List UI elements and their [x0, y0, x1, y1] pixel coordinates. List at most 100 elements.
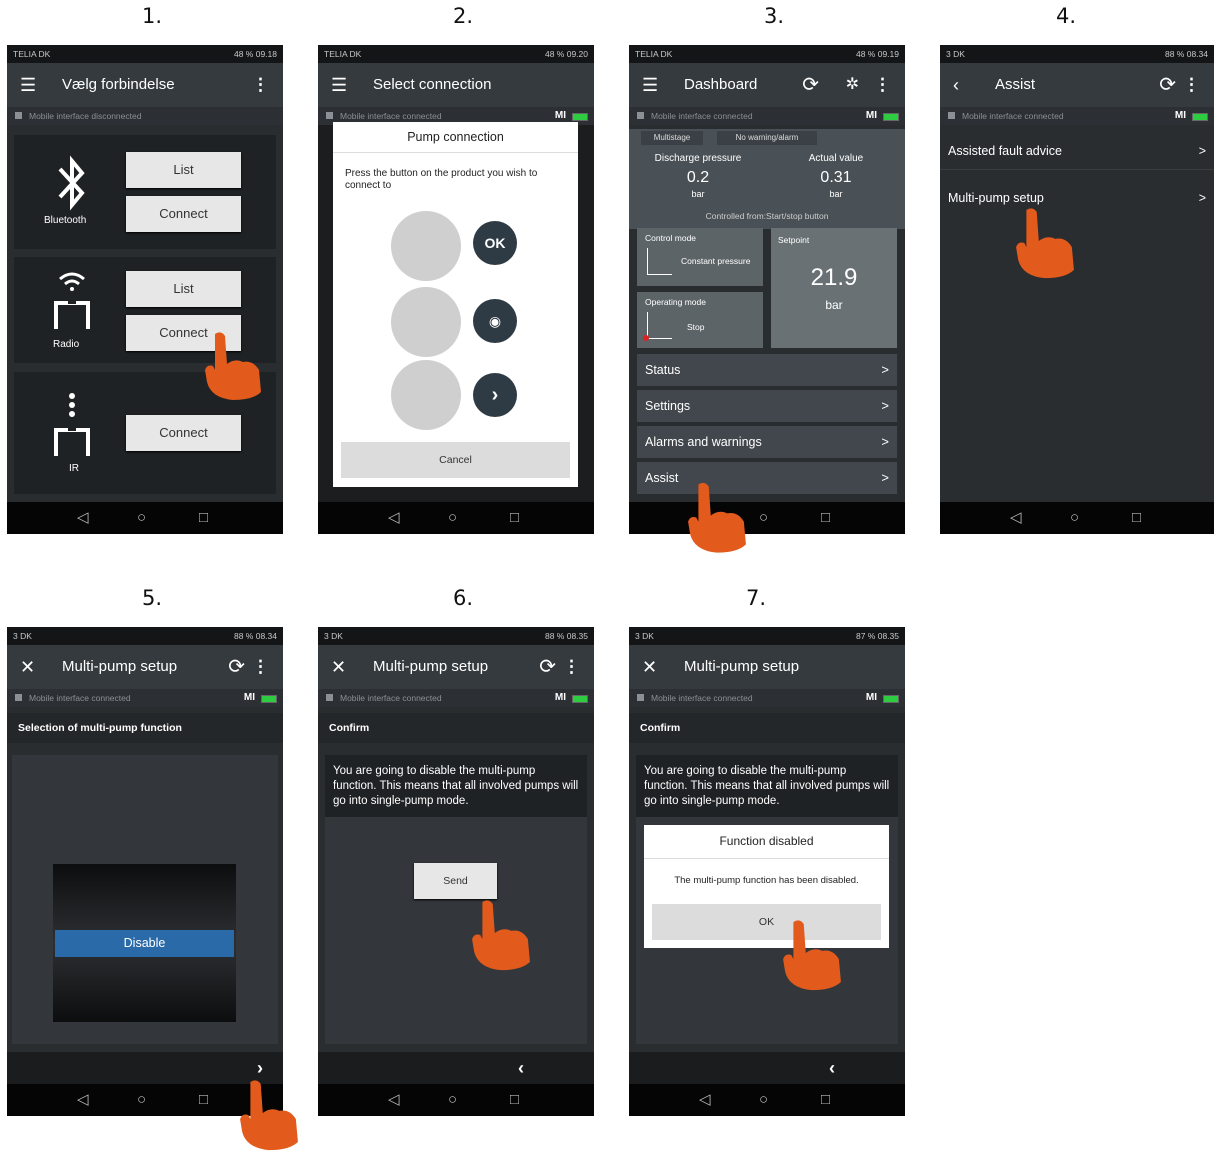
content-area: You are going to disable the multi-pump … [325, 755, 587, 1044]
close-icon[interactable]: ✕ [642, 645, 657, 689]
menu-item-assist[interactable]: Assist > [637, 462, 897, 494]
radio-label: Radio [53, 339, 80, 350]
assist-item-fault-advice[interactable]: Assisted fault advice > [940, 133, 1214, 170]
screen-2: TELIA DK 48 % 09.20 ☰ Select connection … [318, 45, 594, 534]
page-title: Multi-pump setup [373, 658, 489, 675]
more-options-icon[interactable]: ⋮ [563, 645, 580, 689]
back-icon[interactable]: ◁ [77, 502, 89, 534]
back-icon[interactable]: ◁ [699, 1084, 711, 1116]
bluetooth-connect-button[interactable]: Connect [126, 196, 241, 232]
control-mode-panel[interactable]: Control mode Constant pressure [637, 228, 763, 286]
carrier-text: 3 DK [13, 631, 32, 641]
list-menu-icon[interactable]: ☰ [642, 63, 658, 107]
page-title: Assist [995, 76, 1036, 93]
cancel-button[interactable]: Cancel [341, 442, 570, 478]
status-bar: TELIA DK 48 % 09.18 [7, 45, 283, 63]
pump-status-icon[interactable]: ✲ [846, 63, 859, 107]
previous-arrow-icon[interactable]: ‹ [829, 1052, 835, 1084]
page-title: Multi-pump setup [62, 658, 178, 675]
radio-list-button[interactable]: List [126, 271, 241, 307]
recents-icon[interactable]: □ [821, 502, 830, 534]
previous-arrow-icon[interactable]: ‹ [518, 1052, 524, 1084]
home-icon[interactable]: ○ [759, 1084, 768, 1116]
home-icon[interactable]: ○ [137, 502, 146, 534]
step-label-6: 6. [452, 586, 474, 610]
refresh-icon[interactable]: ⟳ [1159, 63, 1176, 107]
disable-option[interactable]: Disable [55, 930, 234, 957]
list-menu-icon[interactable]: ☰ [20, 63, 36, 107]
assist-item-multi-pump[interactable]: Multi-pump setup > [940, 180, 1214, 216]
menu-item-alarms[interactable]: Alarms and warnings > [637, 426, 897, 458]
menu-item-label: Settings [645, 399, 691, 413]
menu-item-status[interactable]: Status > [637, 354, 897, 386]
step-label-2: 2. [452, 4, 474, 28]
home-icon[interactable]: ○ [137, 1084, 146, 1116]
chevron-right-icon: > [881, 362, 889, 377]
hand-pointer-icon [470, 890, 532, 978]
bluetooth-list-button[interactable]: List [126, 152, 241, 188]
checkbox-icon [637, 112, 644, 119]
dialog-text: The multi-pump function has been disable… [674, 875, 859, 886]
menu-item-label: Status [645, 363, 681, 377]
more-options-icon[interactable]: ⋮ [252, 63, 269, 107]
back-icon[interactable]: ◁ [77, 1084, 89, 1116]
pump-connection-dialog: Pump connection Press the button on the … [333, 122, 578, 487]
recents-icon[interactable]: □ [199, 1084, 208, 1116]
page-title: Dashboard [684, 76, 758, 93]
back-icon[interactable]: ◁ [388, 502, 400, 534]
more-options-icon[interactable]: ⋮ [252, 645, 269, 689]
pump-ok-button[interactable]: OK [473, 221, 517, 265]
connection-text: Mobile interface connected [651, 693, 753, 703]
step-label-3: 3. [763, 4, 785, 28]
operating-mode-panel[interactable]: Operating mode Stop [637, 292, 763, 348]
checkbox-icon [15, 694, 22, 701]
status-bar: TELIA DK 48 % 09.19 [629, 45, 905, 63]
refresh-icon[interactable]: ⟳ [802, 63, 819, 107]
list-menu-icon[interactable]: ☰ [331, 63, 347, 107]
battery-icon [572, 695, 588, 703]
checkbox-icon [637, 694, 644, 701]
radio-wave-icon[interactable]: ◉ [473, 299, 517, 343]
recents-icon[interactable]: □ [510, 1084, 519, 1116]
bottom-bar: ‹ [318, 1052, 594, 1084]
pump-image [391, 211, 461, 281]
recents-icon[interactable]: □ [1132, 502, 1141, 534]
chevron-right-icon: > [881, 434, 889, 449]
home-icon[interactable]: ○ [759, 502, 768, 534]
setpoint-panel[interactable]: Setpoint 21.9 bar [771, 228, 897, 348]
recents-icon[interactable]: □ [510, 502, 519, 534]
back-icon[interactable]: ◁ [1010, 502, 1022, 534]
ir-connect-button[interactable]: Connect [126, 415, 241, 451]
home-icon[interactable]: ○ [1070, 502, 1079, 534]
section-title: Confirm [640, 722, 681, 734]
connection-text: Mobile interface connected [29, 693, 131, 703]
section-header: Confirm [629, 713, 905, 743]
back-icon[interactable]: ◁ [388, 1084, 400, 1116]
close-icon[interactable]: ✕ [331, 645, 346, 689]
connection-status: Mobile interface connected MI [629, 689, 905, 707]
dialog-title: Function disabled [644, 825, 889, 859]
menu-item-label: Alarms and warnings [645, 435, 762, 449]
picker[interactable]: Disable [53, 864, 236, 1022]
chevron-right-icon[interactable]: › [473, 373, 517, 417]
close-icon[interactable]: ✕ [20, 645, 35, 689]
home-icon[interactable]: ○ [448, 1084, 457, 1116]
stop-icon [647, 312, 672, 339]
actual-value: 0.31 [820, 169, 852, 186]
bluetooth-label: Bluetooth [44, 215, 87, 226]
ok-button[interactable]: OK [652, 904, 881, 940]
more-options-icon[interactable]: ⋮ [1183, 63, 1200, 107]
refresh-icon[interactable]: ⟳ [228, 645, 245, 689]
menu-item-settings[interactable]: Settings > [637, 390, 897, 422]
refresh-icon[interactable]: ⟳ [539, 645, 556, 689]
back-arrow-icon[interactable]: ‹ [953, 63, 959, 107]
recents-icon[interactable]: □ [199, 502, 208, 534]
home-icon[interactable]: ○ [448, 502, 457, 534]
control-mode-label: Control mode [645, 233, 697, 243]
more-options-icon[interactable]: ⋮ [874, 63, 891, 107]
recents-icon[interactable]: □ [821, 1084, 830, 1116]
confirm-message: You are going to disable the multi-pump … [644, 765, 890, 807]
tab-multistage[interactable]: Multistage [641, 131, 703, 145]
mi-badge: MI [865, 110, 877, 121]
function-disabled-dialog: Function disabled The multi-pump functio… [644, 825, 889, 948]
